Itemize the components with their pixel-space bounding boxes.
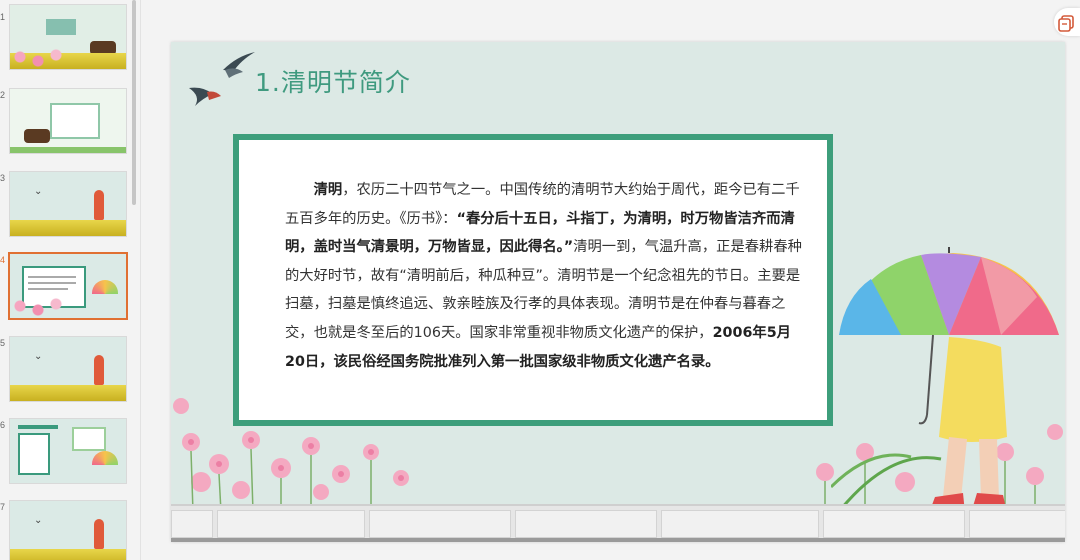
thumbnail-girl-art — [94, 519, 104, 549]
thumbnail-girl-art — [94, 355, 104, 385]
fence-slat — [369, 510, 511, 538]
slide-thumbnail-7[interactable]: ⌄ — [9, 500, 127, 560]
fence-slat — [515, 510, 657, 538]
thumbnail-row-4[interactable]: 4 — [0, 252, 140, 323]
thumbnail-number: 7 — [0, 502, 6, 512]
slide-thumbnail-1[interactable] — [9, 4, 127, 70]
thumbnail-grass — [10, 385, 126, 401]
fence-slat — [969, 510, 1065, 538]
intro-text-box[interactable]: 清明，农历二十四节气之一。中国传统的清明节大约始于周代，距今已有二千五百多年的历… — [233, 134, 833, 426]
slide-title[interactable]: 1.清明节简介 — [255, 63, 411, 99]
thumbnail-umbrella-icon — [92, 280, 118, 294]
slide-thumbnail-4-selected[interactable] — [8, 252, 128, 320]
thumbnail-flowers — [10, 47, 70, 69]
slide-thumbnail-panel: 1 2 3 ⌄ 4 5 ⌄ 6 7 ⌄ — [0, 0, 141, 560]
thumbnail-bird-icon: ⌄ — [34, 186, 43, 197]
slide-thumbnail-2[interactable] — [9, 88, 127, 154]
thumbnail-frame — [18, 433, 50, 475]
thumbnail-grass — [10, 549, 126, 560]
thumbnail-number: 3 — [0, 173, 6, 183]
thumbnail-row-1[interactable]: 1 — [0, 4, 140, 74]
slide-tool-button[interactable] — [1054, 8, 1080, 36]
thumbnail-grass — [10, 220, 126, 236]
fence-slat — [823, 510, 965, 538]
fence-illustration — [171, 504, 1065, 542]
fence-base — [171, 538, 1065, 542]
thumbnail-number: 1 — [0, 12, 6, 22]
thumbnail-grass — [10, 147, 126, 153]
thumbnail-bird-icon: ⌄ — [34, 351, 43, 362]
thumbnail-row-3[interactable]: 3 ⌄ — [0, 171, 140, 241]
thumbnail-frame — [72, 427, 106, 451]
umbrella-girl-illustration — [831, 247, 1059, 513]
thumbnail-title-bar — [46, 19, 76, 35]
thumbnail-scrollbar[interactable] — [132, 0, 136, 205]
thumbnail-row-6[interactable]: 6 — [0, 418, 140, 488]
thumbnail-text-line — [28, 288, 68, 290]
thumbnail-bird-icon: ⌄ — [34, 515, 43, 526]
thumbnail-flowers — [10, 296, 70, 318]
thumbnail-row-7[interactable]: 7 ⌄ — [0, 500, 140, 560]
text-bold-qingming: 清明 — [313, 182, 343, 198]
thumbnail-number: 4 — [0, 255, 6, 265]
thumbnail-number: 6 — [0, 420, 6, 430]
slide-thumbnail-5[interactable]: ⌄ — [9, 336, 127, 402]
fence-slat — [661, 510, 819, 538]
fence-slat — [217, 510, 365, 538]
thumbnail-cow-art — [24, 129, 50, 143]
thumbnail-frame — [50, 103, 100, 139]
thumbnail-row-2[interactable]: 2 — [0, 88, 140, 158]
intro-paragraph[interactable]: 清明，农历二十四节气之一。中国传统的清明节大约始于周代，距今已有二千五百多年的历… — [285, 176, 805, 376]
slide-canvas[interactable]: 1.清明节简介 清明，农历二十四节气之一。中国传统的清明节大约始于周代，距今已有… — [171, 42, 1065, 542]
slide-thumbnail-3[interactable]: ⌄ — [9, 171, 127, 237]
thumbnail-text-line — [28, 282, 76, 284]
fence-slat — [171, 510, 213, 538]
slide-thumbnail-6[interactable] — [9, 418, 127, 484]
thumbnail-title-bar — [18, 425, 58, 429]
thumbnail-number: 5 — [0, 338, 6, 348]
thumbnail-row-5[interactable]: 5 ⌄ — [0, 336, 140, 406]
swallow-icon — [189, 52, 255, 106]
thumbnail-umbrella-icon — [92, 451, 118, 465]
thumbnail-text-line — [28, 276, 76, 278]
thumbnail-number: 2 — [0, 90, 6, 100]
slide-tool-icon — [1058, 15, 1074, 32]
thumbnail-girl-art — [94, 190, 104, 220]
